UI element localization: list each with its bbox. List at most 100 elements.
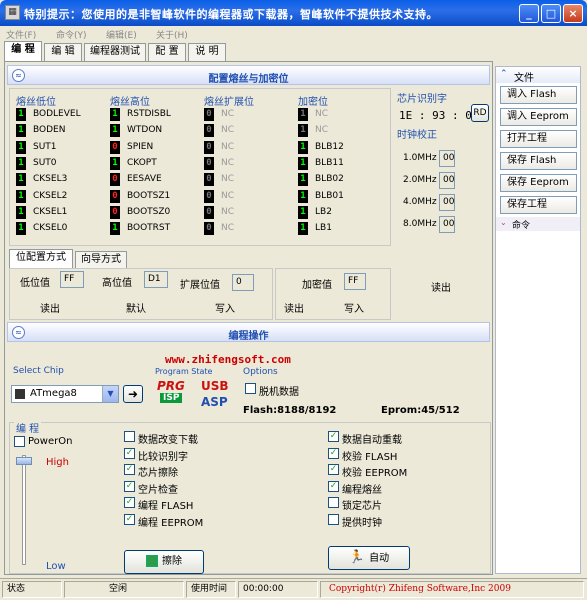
fuse-bit-row[interactable]: 1 WTDON xyxy=(110,124,162,138)
fuse-bit-row[interactable]: 1 NC xyxy=(298,108,328,122)
menu-command[interactable]: 命令(Y) xyxy=(56,28,87,41)
option-checkbox[interactable]: ✓ 校验 EEPROM xyxy=(328,464,407,479)
fuse-bit-row[interactable]: 0 NC xyxy=(204,173,234,187)
fuse-bit-row[interactable]: 0 EESAVE xyxy=(110,173,162,187)
fuse-bit-value[interactable]: 1 xyxy=(110,124,120,138)
option-checkbox[interactable]: ✓ 比较识别字 xyxy=(124,447,188,463)
tab-program[interactable]: 编 程 xyxy=(4,41,42,61)
ext-value-field[interactable]: 0 xyxy=(232,274,254,291)
fuse-bit-value[interactable]: 0 xyxy=(204,124,214,138)
option-checkbox[interactable]: ✓ 校验 FLASH xyxy=(328,447,397,463)
option-checkbox[interactable]: ✓ 芯片擦除 xyxy=(124,464,178,479)
fuse-bit-row[interactable]: 1 CKSEL1 xyxy=(16,205,67,220)
read-fuse-button[interactable]: 读出 xyxy=(40,300,60,315)
fuse-bit-row[interactable]: 1 CKSEL3 xyxy=(16,173,67,187)
option-checkbox[interactable]: ✓ 编程 EEPROM xyxy=(124,514,203,529)
fuse-bit-value[interactable]: 1 xyxy=(298,140,308,154)
high-value-field[interactable]: D1 xyxy=(144,271,168,288)
app-icon[interactable]: ▦ xyxy=(5,5,20,20)
fuse-bit-row[interactable]: 1 BOOTRST xyxy=(110,222,170,236)
fuse-bit-value[interactable]: 0 xyxy=(110,140,120,154)
minimize-button[interactable]: _ xyxy=(519,4,539,23)
offline-data-checkbox[interactable]: 脱机数据 xyxy=(245,383,299,398)
fuse-bit-row[interactable]: 1 RSTDISBL xyxy=(110,108,171,122)
fuse-bit-value[interactable]: 1 xyxy=(298,124,308,138)
fuse-bit-row[interactable]: 0 BOOTSZ0 xyxy=(110,205,170,220)
write-lock-button[interactable]: 写入 xyxy=(344,300,364,315)
tab-programmer-test[interactable]: 编程器测试 xyxy=(84,43,146,61)
fuse-bit-row[interactable]: 1 LB1 xyxy=(298,222,332,236)
fuse-bit-value[interactable]: 1 xyxy=(16,156,26,170)
fuse-bit-row[interactable]: 1 CKSEL2 xyxy=(16,189,67,204)
clock-value-2mhz[interactable]: 00 xyxy=(439,172,455,189)
command-header[interactable]: ⌄ 命令 xyxy=(496,217,580,231)
fuse-bit-value[interactable]: 0 xyxy=(204,108,214,121)
fuse-bit-value[interactable]: 1 xyxy=(16,189,26,203)
fuse-bit-value[interactable]: 1 xyxy=(110,156,120,170)
file-header[interactable]: ⌃ 文件 xyxy=(496,67,580,84)
option-checkbox[interactable]: 数据改变下载 xyxy=(124,431,198,446)
fuse-bit-value[interactable]: 0 xyxy=(204,140,214,154)
option-checkbox[interactable]: ✓ 数据自动重载 xyxy=(328,431,402,446)
clock-value-4mhz[interactable]: 00 xyxy=(439,194,455,211)
chevron-down-icon[interactable]: ▼ xyxy=(102,386,118,402)
fuse-bit-row[interactable]: 0 SPIEN xyxy=(110,140,153,155)
option-checkbox[interactable]: ✓ 空片检查 xyxy=(124,480,178,496)
fuse-bit-value[interactable]: 0 xyxy=(204,173,214,187)
fuse-bit-value[interactable]: 1 xyxy=(298,222,308,236)
fuse-bit-value[interactable]: 1 xyxy=(298,156,308,170)
fuse-bit-row[interactable]: 1 BLB12 xyxy=(298,140,344,155)
clock-value-8mhz[interactable]: 00 xyxy=(439,216,455,233)
fuse-bit-value[interactable]: 0 xyxy=(204,156,214,170)
menu-about[interactable]: 关于(H) xyxy=(156,28,188,41)
voltage-slider-track[interactable] xyxy=(22,455,26,565)
low-value-field[interactable]: FF xyxy=(60,271,84,288)
menu-edit[interactable]: 编辑(E) xyxy=(106,28,137,41)
fuse-bit-row[interactable]: 1 BODLEVEL xyxy=(16,108,81,122)
fuse-bit-value[interactable]: 1 xyxy=(298,189,308,203)
fuse-bit-value[interactable]: 0 xyxy=(204,189,214,203)
read-clock-button[interactable]: 读出 xyxy=(431,279,451,294)
option-checkbox[interactable]: ✓ 编程熔丝 xyxy=(328,480,382,496)
default-fuse-button[interactable]: 默认 xyxy=(126,300,146,315)
fuse-bit-row[interactable]: 1 BODEN xyxy=(16,124,65,138)
voltage-slider-thumb[interactable] xyxy=(16,457,32,465)
fuse-bit-row[interactable]: 0 NC xyxy=(204,124,234,138)
fuse-bit-row[interactable]: 1 BLB11 xyxy=(298,156,344,171)
load-eeprom-button[interactable]: 调入 Eeprom xyxy=(500,108,577,126)
fuse-bit-row[interactable]: 0 NC xyxy=(204,140,234,155)
fuse-bit-row[interactable]: 1 BLB02 xyxy=(298,173,344,187)
website-link[interactable]: www.zhifengsoft.com xyxy=(165,353,291,366)
fuse-bit-value[interactable]: 1 xyxy=(16,140,26,154)
fuse-bit-value[interactable]: 1 xyxy=(16,108,26,121)
option-checkbox[interactable]: 提供时钟 xyxy=(328,514,382,529)
option-checkbox[interactable]: 锁定芯片 xyxy=(328,497,382,512)
fuse-bit-value[interactable]: 1 xyxy=(16,205,26,219)
fuse-bit-value[interactable]: 0 xyxy=(204,205,214,219)
fuse-bit-value[interactable]: 1 xyxy=(16,124,26,138)
option-checkbox[interactable]: ✓ 编程 FLASH xyxy=(124,497,193,512)
fuse-bit-value[interactable]: 1 xyxy=(16,222,26,236)
menu-file[interactable]: 文件(F) xyxy=(6,28,36,41)
read-id-button[interactable]: RD xyxy=(471,104,489,122)
fuse-bit-row[interactable]: 0 NC xyxy=(204,189,234,204)
tab-wizard[interactable]: 向导方式 xyxy=(75,251,127,269)
save-flash-button[interactable]: 保存 Flash xyxy=(500,152,577,170)
fuse-bit-row[interactable]: 1 NC xyxy=(298,124,328,138)
open-project-button[interactable]: 打开工程 xyxy=(500,130,577,148)
fuse-bit-row[interactable]: 1 CKOPT xyxy=(110,156,157,171)
clock-value-1mhz[interactable]: 00 xyxy=(439,150,455,167)
fuse-bit-value[interactable]: 1 xyxy=(298,173,308,187)
fuse-bit-row[interactable]: 0 NC xyxy=(204,108,234,122)
fuse-bit-value[interactable]: 1 xyxy=(110,108,120,121)
fuse-bit-value[interactable]: 1 xyxy=(298,205,308,219)
go-arrow-button[interactable]: ➜ xyxy=(123,385,143,403)
auto-button[interactable]: 🏃 自动 xyxy=(328,546,410,570)
poweron-checkbox[interactable]: PowerOn xyxy=(14,436,72,449)
maximize-button[interactable]: □ xyxy=(541,4,561,23)
fuse-bit-row[interactable]: 0 NC xyxy=(204,156,234,171)
fuse-bit-row[interactable]: 1 SUT0 xyxy=(16,156,57,171)
tab-help[interactable]: 说 明 xyxy=(188,43,226,61)
save-eeprom-button[interactable]: 保存 Eeprom xyxy=(500,174,577,192)
fuse-bit-row[interactable]: 0 NC xyxy=(204,205,234,220)
